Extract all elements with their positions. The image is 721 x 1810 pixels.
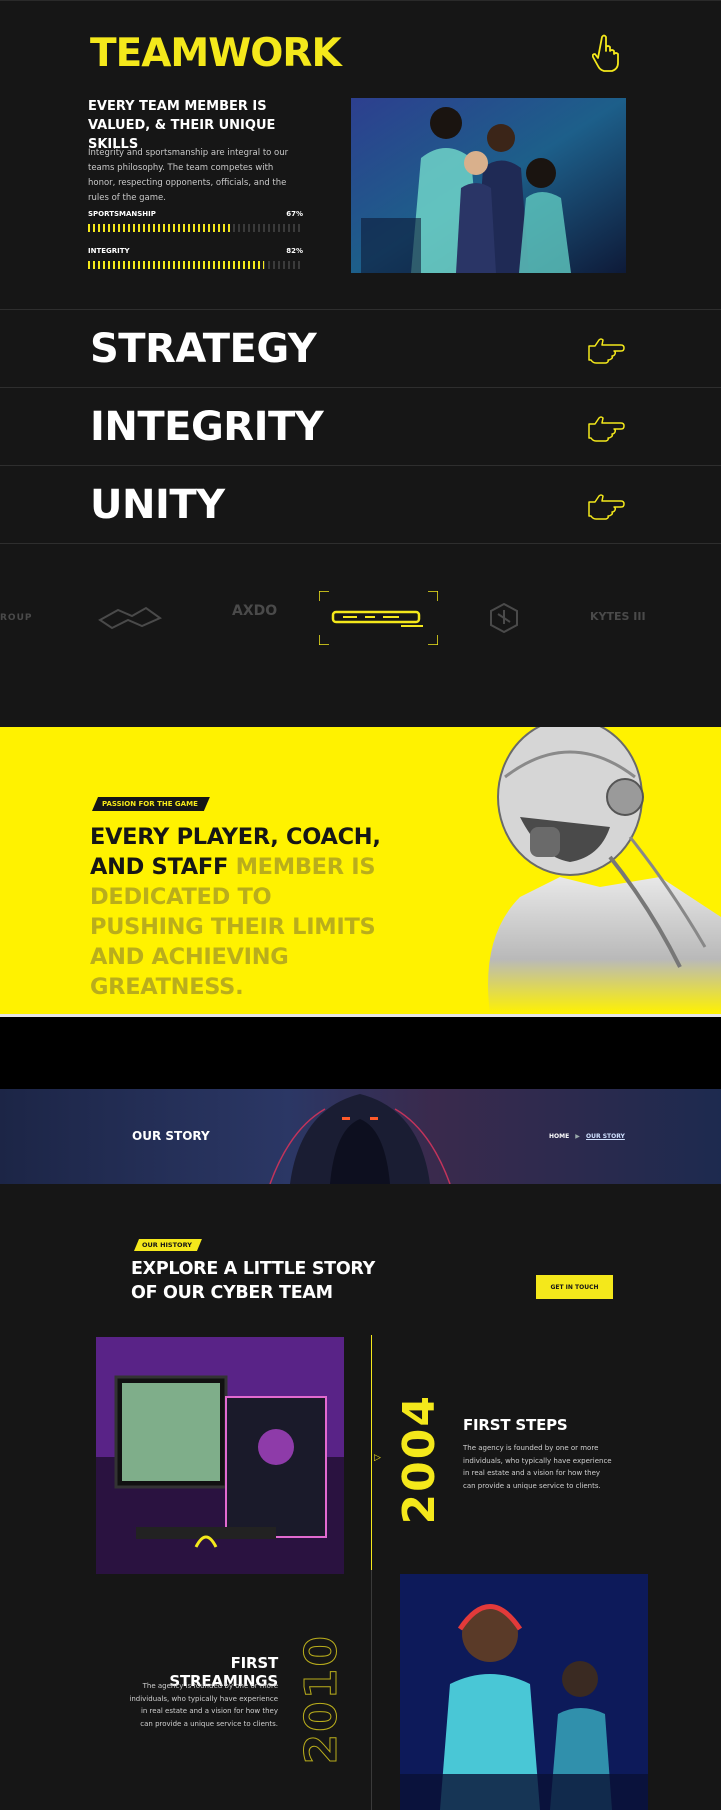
gamer-photo bbox=[400, 1574, 648, 1810]
brand-logo-wing[interactable] bbox=[98, 604, 164, 632]
timeline-progress bbox=[371, 1335, 372, 1570]
skill-bar-percent: 67% bbox=[286, 210, 303, 218]
timeline-marker-icon: ▷ bbox=[374, 1453, 381, 1463]
brand-logos-strip: ROUP AXDO KYTES III bbox=[0, 543, 721, 728]
teamwork-description: Integrity and sportsmanship are integral… bbox=[88, 148, 289, 203]
passion-headline: EVERY PLAYER, COACH, AND STAFF MEMBER IS… bbox=[90, 822, 390, 1002]
event-text: The agency is founded by one or more ind… bbox=[463, 1444, 612, 1490]
history-title: EXPLORE A LITTLE STORY OF OUR CYBER TEAM bbox=[131, 1259, 375, 1303]
value-row-label: STRATEGY bbox=[90, 326, 317, 372]
skill-bar-sportsmanship: SPORTSMANSHIP 67% bbox=[88, 210, 303, 232]
section-divider bbox=[0, 1014, 721, 1089]
hand-pointer-up-icon bbox=[592, 34, 619, 72]
teamwork-section: TEAMWORK EVERY TEAM MEMBER IS VALUED, & … bbox=[0, 0, 721, 309]
hand-pointing-right-icon bbox=[588, 494, 625, 520]
skill-bar-track bbox=[88, 224, 303, 232]
our-story-banner: OUR STORY HOME ▶ OUR STORY bbox=[0, 1089, 721, 1184]
brand-logo-axdo[interactable]: AXDO bbox=[232, 604, 277, 618]
passion-hero: PASSION FOR THE GAME EVERY PLAYER, COACH… bbox=[0, 727, 721, 1014]
value-row-strategy[interactable]: STRATEGY bbox=[0, 309, 721, 387]
team-celebration-photo bbox=[351, 98, 626, 273]
gaming-setup-photo bbox=[96, 1337, 344, 1574]
value-row-label: INTEGRITY bbox=[90, 404, 324, 450]
event-text: The agency is founded by one or more ind… bbox=[129, 1682, 278, 1728]
breadcrumb-separator-icon: ▶ bbox=[575, 1133, 580, 1140]
hand-pointing-right-icon bbox=[588, 416, 625, 442]
breadcrumb-home[interactable]: HOME bbox=[549, 1133, 569, 1140]
skill-bar-label: SPORTSMANSHIP bbox=[88, 210, 156, 218]
event-year: 2004 bbox=[394, 1394, 445, 1525]
skill-bar-integrity: INTEGRITY 82% bbox=[88, 247, 303, 269]
history-tag: OUR HISTORY bbox=[134, 1239, 202, 1251]
brand-logo-group[interactable]: ROUP bbox=[0, 613, 33, 623]
event-year: 2010 bbox=[296, 1634, 348, 1765]
event-title: FIRST STEPS bbox=[463, 1416, 568, 1434]
get-in-touch-button[interactable]: GET IN TOUCH bbox=[536, 1275, 613, 1299]
breadcrumb: HOME ▶ OUR STORY bbox=[549, 1133, 625, 1140]
skill-bar-percent: 82% bbox=[286, 247, 303, 255]
hand-pointing-right-icon bbox=[588, 338, 625, 364]
breadcrumb-current: OUR STORY bbox=[586, 1133, 625, 1140]
passion-tag: PASSION FOR THE GAME bbox=[92, 797, 210, 811]
skill-bar-fill bbox=[88, 224, 233, 232]
brand-logo-kytes[interactable]: KYTES III bbox=[590, 610, 646, 623]
banner-title: OUR STORY bbox=[132, 1129, 210, 1143]
history-section: OUR HISTORY EXPLORE A LITTLE STORY OF OU… bbox=[0, 1184, 721, 1810]
value-row-label: UNITY bbox=[90, 482, 225, 528]
hooded-figure-image bbox=[269, 1094, 451, 1184]
value-row-unity[interactable]: UNITY bbox=[0, 465, 721, 543]
value-row-integrity[interactable]: INTEGRITY bbox=[0, 387, 721, 465]
teamwork-title: TEAMWORK bbox=[90, 31, 342, 76]
skill-bar-label: INTEGRITY bbox=[88, 247, 130, 255]
brand-logo-cyber-active[interactable] bbox=[318, 590, 439, 646]
skill-bar-fill bbox=[88, 261, 265, 269]
skill-bar-track bbox=[88, 261, 303, 269]
cyber-soldier-image bbox=[488, 727, 721, 1014]
brand-logo-hex[interactable] bbox=[488, 602, 520, 634]
